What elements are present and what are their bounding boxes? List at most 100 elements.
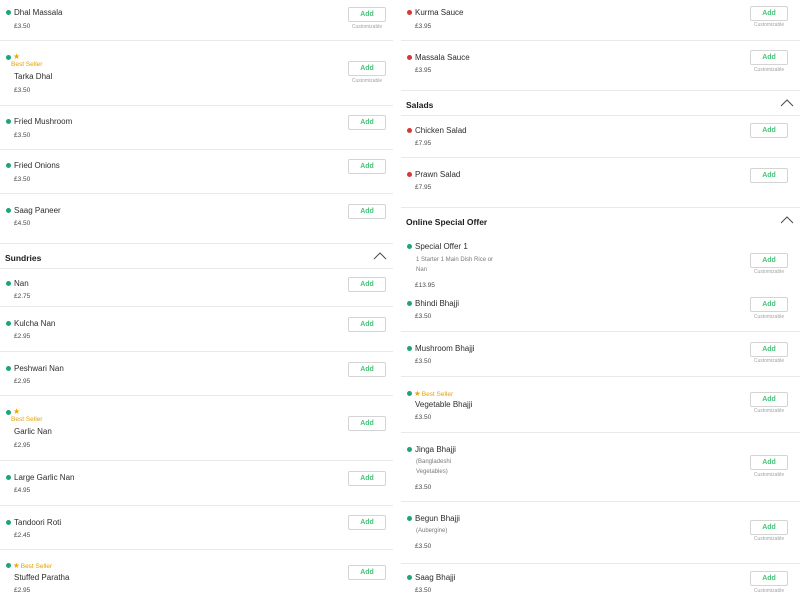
chevron-up-icon[interactable]	[780, 99, 794, 107]
item-name: Nan	[14, 279, 29, 288]
customizable-label: Customizable	[753, 408, 785, 414]
item-name: Massala Sauce	[415, 53, 470, 62]
veg-indicator-icon	[6, 520, 11, 525]
item-name: Fried Onions	[14, 161, 60, 170]
add-button[interactable]: Add	[348, 565, 386, 580]
add-button[interactable]: Add	[750, 392, 788, 407]
customizable-label: Customizable	[351, 24, 383, 30]
menu-item-chicken-salad: Chicken Salad £7.95 Add	[401, 116, 800, 158]
item-name: Prawn Salad	[415, 170, 461, 179]
best-seller-badge: Best Seller	[11, 416, 43, 423]
add-button[interactable]: Add	[348, 515, 386, 530]
add-button[interactable]: Add	[348, 277, 386, 292]
item-price: £2.95	[14, 442, 31, 449]
item-name: Dhal Massala	[14, 8, 63, 17]
star-icon: ★	[13, 52, 21, 61]
chevron-up-icon[interactable]	[373, 252, 387, 260]
add-button[interactable]: Add	[348, 416, 386, 431]
menu-item-mushroom-bhajji: Mushroom Bhajji £3.50 Add Customizable	[401, 332, 800, 377]
veg-indicator-icon	[6, 55, 11, 60]
add-button[interactable]: Add	[750, 168, 788, 183]
item-name: Stuffed Paratha	[14, 573, 70, 582]
add-button[interactable]: Add	[750, 571, 788, 586]
star-icon: ★	[414, 389, 421, 398]
item-price: £4.50	[14, 220, 31, 227]
item-price: £7.95	[415, 140, 432, 147]
item-price: £3.50	[14, 132, 31, 139]
customizable-label: Customizable	[753, 472, 785, 478]
menu-item-prawn-salad: Prawn Salad £7.95 Add	[401, 158, 800, 208]
veg-indicator-icon	[6, 119, 11, 124]
add-button[interactable]: Add	[750, 50, 788, 65]
add-button[interactable]: Add	[348, 471, 386, 486]
item-description: (Bangladeshi Vegetables)	[416, 459, 452, 475]
menu-item-vegetable-bhajji: ★Best Seller Vegetable Bhajji £3.50 Add …	[401, 377, 800, 433]
add-button[interactable]: Add	[348, 204, 386, 219]
menu-item-garlic-nan: ★ Best Seller Garlic Nan £2.95 Add	[0, 396, 393, 461]
add-button[interactable]: Add	[348, 7, 386, 22]
add-button[interactable]: Add	[750, 342, 788, 357]
item-price: £3.95	[415, 23, 432, 30]
item-price: £3.95	[415, 67, 432, 74]
star-icon: ★	[13, 407, 21, 416]
customizable-label: Customizable	[753, 588, 785, 594]
customizable-label: Customizable	[753, 22, 785, 28]
menu-item-tandoori-roti: Tandoori Roti £2.45 Add	[0, 506, 393, 550]
item-description: 1 Starter 1 Main Dish Rice or Nan	[416, 257, 494, 273]
add-button[interactable]: Add	[348, 362, 386, 377]
chevron-up-icon[interactable]	[780, 216, 794, 224]
add-button[interactable]: Add	[750, 455, 788, 470]
item-name: Garlic Nan	[14, 427, 52, 436]
item-price: £3.50	[415, 358, 432, 365]
menu-item-saag-bhajji: Saag Bhajji £3.50 Add Customizable	[401, 564, 800, 600]
star-icon: ★	[13, 561, 20, 570]
item-price: £3.50	[415, 313, 432, 320]
category-title: Sundries	[5, 253, 42, 263]
item-name: Begun Bhajji	[415, 514, 460, 523]
item-price: £2.45	[14, 532, 31, 539]
veg-indicator-icon	[407, 575, 412, 580]
best-seller-badge: ★Best Seller	[414, 389, 453, 398]
add-button[interactable]: Add	[750, 6, 788, 21]
menu-item-fried-mushroom: Fried Mushroom £3.50 Add	[0, 106, 393, 150]
menu-item-begun-bhajji: Begun Bhajji (Aubergine) £3.50 Add Custo…	[401, 502, 800, 564]
item-price: £3.50	[415, 543, 432, 550]
item-name: Vegetable Bhajji	[415, 400, 473, 409]
add-button[interactable]: Add	[348, 159, 386, 174]
item-name: Saag Paneer	[14, 206, 61, 215]
menu-item-nan: Nan £2.75 Add	[0, 269, 393, 307]
add-button[interactable]: Add	[750, 253, 788, 268]
veg-indicator-icon	[407, 301, 412, 306]
best-seller-label: Best Seller	[421, 391, 454, 398]
item-price: £3.50	[415, 484, 432, 491]
item-name: Chicken Salad	[415, 126, 467, 135]
add-button[interactable]: Add	[348, 61, 386, 76]
menu-item-bhindi-bhajji: Bhindi Bhajji £3.50 Add Customizable	[401, 295, 800, 332]
veg-indicator-icon	[407, 447, 412, 452]
item-name: Tarka Dhal	[14, 72, 53, 81]
add-button[interactable]: Add	[750, 297, 788, 312]
item-price: £2.95	[14, 587, 31, 594]
veg-indicator-icon	[6, 410, 11, 415]
veg-indicator-icon	[6, 10, 11, 15]
add-button[interactable]: Add	[348, 317, 386, 332]
add-button[interactable]: Add	[348, 115, 386, 130]
add-button[interactable]: Add	[750, 520, 788, 535]
menu-item-stuffed-paratha: ★Best Seller Stuffed Paratha £2.95 Add	[0, 550, 393, 600]
item-name: Tandoori Roti	[14, 518, 62, 527]
menu-item-jinga-bhajji: Jinga Bhajji (Bangladeshi Vegetables) £3…	[401, 433, 800, 502]
veg-indicator-icon	[6, 321, 11, 326]
customizable-label: Customizable	[753, 67, 785, 73]
item-name: Mushroom Bhajji	[415, 344, 475, 353]
menu-item-kurma-sauce: Kurma Sauce £3.95 Add Customizable	[401, 0, 800, 41]
customizable-label: Customizable	[753, 358, 785, 364]
category-header-online-special-offer[interactable]: Online Special Offer	[401, 208, 800, 234]
item-price: £3.50	[415, 587, 432, 594]
item-description: (Aubergine)	[416, 528, 448, 534]
best-seller-badge: ★Best Seller	[13, 561, 52, 570]
category-header-salads[interactable]: Salads	[401, 91, 800, 116]
category-header-sundries[interactable]: Sundries	[0, 244, 393, 269]
add-button[interactable]: Add	[750, 123, 788, 138]
item-name: Jinga Bhajji	[415, 445, 456, 454]
customizable-label: Customizable	[753, 536, 785, 542]
